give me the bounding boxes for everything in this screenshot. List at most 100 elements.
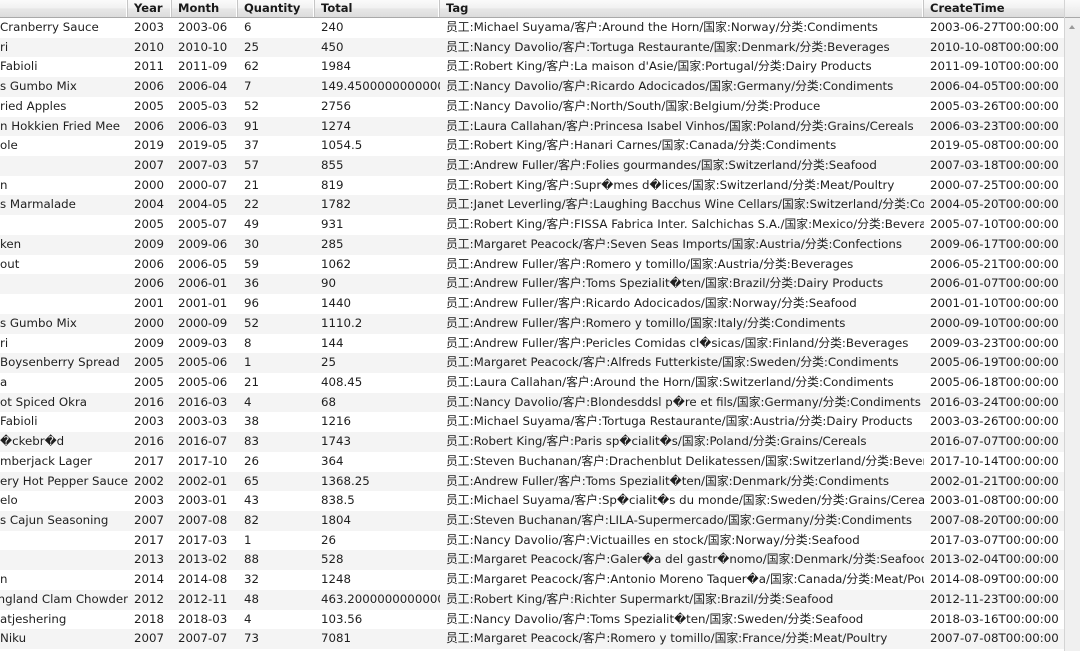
- table-row[interactable]: a 2005 2005-06 21 408.45 员工:Laura Callahan/客户…: [0, 372, 1064, 393]
- cell-total: 819: [321, 177, 344, 192]
- cell-product-name: elo: [0, 493, 18, 508]
- cell-createtime: 2005-06-18T00:00:00: [930, 374, 1059, 389]
- table-row[interactable]: n 2000 2000-07 21 819 员工:Robert King/客户:Supr�…: [0, 175, 1064, 196]
- table-row[interactable]: ri 2009 2009-03 8 144 员工:Andrew Fuller/客户:Per…: [0, 333, 1064, 354]
- cell-tag: 员工:Andrew Fuller/客户:Folies gourmandes/国家…: [446, 158, 877, 173]
- table-row[interactable]: Fabioli 2003 2003-03 38 1216 员工:Michael Suyam…: [0, 412, 1064, 433]
- cell-createtime: 2019-05-08T00:00:00: [930, 138, 1059, 153]
- cell-month: 2007-03: [178, 158, 228, 173]
- scrollbar-header-spacer: [1065, 0, 1080, 18]
- table-row[interactable]: Boysenberry Spread 2005 2005-06 1 25 员工:Marga…: [0, 353, 1064, 373]
- table-row[interactable]: 2007 2007-03 57 855 员工:Andrew Fuller/客户:Foli…: [0, 156, 1064, 176]
- cell-total: 855: [321, 158, 344, 173]
- cell-createtime: 2012-11-23T00:00:00: [930, 591, 1059, 606]
- table-row[interactable]: 2005 2005-07 49 931 员工:Robert King/客户:FISSA …: [0, 215, 1064, 235]
- table-row[interactable]: ri 2010 2010-10 25 450 员工:Nancy Davolio/客户:To…: [0, 37, 1064, 58]
- table-row[interactable]: atjeshering 2018 2018-03 4 103.56 员工:Nancy Da…: [0, 609, 1064, 630]
- cell-tag: 员工:Janet Leverling/客户:Laughing Bacchus W…: [446, 197, 924, 212]
- cell-month: 2003-06: [178, 20, 228, 34]
- column-header-total[interactable]: Total: [315, 0, 440, 17]
- cell-tag: 员工:Robert King/客户:FISSA Fabrica Inter. S…: [446, 217, 924, 232]
- table-row[interactable]: �ckebr�d 2016 2016-07 83 1743 员工:Robert King/…: [0, 432, 1064, 452]
- cell-tag: 员工:Michael Suyama/客户:Sp�cialit�s du mond…: [446, 493, 924, 508]
- cell-tag: 员工:Margaret Peacock/客户:Seven Seas Import…: [446, 236, 903, 251]
- cell-createtime: 2006-03-23T00:00:00: [930, 118, 1059, 133]
- cell-total: 1062: [321, 256, 352, 271]
- cell-total: 838.5: [321, 493, 355, 508]
- column-header-createtime[interactable]: CreateTime: [924, 0, 1064, 17]
- table-row[interactable]: Cranberry Sauce 2003 2003-06 6 240 员工:Michael…: [0, 18, 1064, 38]
- table-row[interactable]: ery Hot Pepper Sauce 2002 2002-01 65 1368.25…: [0, 471, 1064, 492]
- cell-total: 1248: [321, 572, 352, 587]
- cell-createtime: 2005-03-26T00:00:00: [930, 98, 1059, 113]
- vertical-scrollbar[interactable]: [1064, 0, 1080, 651]
- cell-product-name: Fabioli: [0, 414, 38, 429]
- cell-product-name: Niku: [0, 631, 27, 646]
- table-row[interactable]: England Clam Chowder 2012 2012-11 48 463.200…: [0, 589, 1064, 610]
- table-row[interactable]: s Cajun Seasoning 2007 2007-08 82 1804 员工:Ste…: [0, 510, 1064, 531]
- table-row[interactable]: ot Spiced Okra 2016 2016-03 4 68 员工:Nancy Dav…: [0, 392, 1064, 413]
- table-row[interactable]: ken 2009 2009-06 30 285 员工:Margaret Peacock/客…: [0, 234, 1064, 255]
- table-row[interactable]: 2013 2013-02 88 528 员工:Margaret Peacock/客户:G…: [0, 550, 1064, 571]
- table-row[interactable]: 2006 2006-01 36 90 员工:Andrew Fuller/客户:Toms …: [0, 274, 1064, 295]
- cell-product-name: n: [0, 572, 8, 587]
- scrollbar-track[interactable]: [1065, 35, 1080, 651]
- cell-month: 2016-03: [178, 394, 228, 409]
- table-row[interactable]: n Hokkien Fried Mee 2006 2006-03 91 1274 员工:L…: [0, 116, 1064, 137]
- table-row[interactable]: Niku 2007 2007-07 73 7081 员工:Margaret Peacock…: [0, 629, 1064, 649]
- table-row[interactable]: s Gumbo Mix 2000 2000-09 52 1110.2 员工:Andrew …: [0, 313, 1064, 334]
- cell-createtime: 2011-09-10T00:00:00: [930, 59, 1059, 74]
- cell-createtime: 2014-08-09T00:00:00: [930, 572, 1059, 587]
- table-row[interactable]: n 2014 2014-08 32 1248 员工:Margaret Peacock/客户…: [0, 570, 1064, 590]
- cell-product-name: ri: [0, 39, 9, 54]
- cell-year: 2010: [134, 39, 165, 54]
- cell-year: 2006: [134, 256, 165, 271]
- column-header-quantity[interactable]: Quantity: [238, 0, 315, 17]
- triangle-up-icon[interactable]: [1065, 18, 1080, 35]
- data-grid: Year Month Quantity Total Tag CreateTime…: [0, 0, 1080, 651]
- cell-quantity: 26: [244, 453, 260, 468]
- cell-year: 2011: [134, 59, 165, 74]
- table-row[interactable]: s Marmalade 2004 2004-05 22 1782 员工:Janet Lev…: [0, 195, 1064, 216]
- cell-total: 1368.25: [321, 473, 370, 488]
- cell-quantity: 1: [244, 355, 252, 370]
- cell-total: 528: [321, 552, 344, 567]
- cell-year: 2004: [134, 197, 165, 212]
- table-row[interactable]: ole 2019 2019-05 37 1054.5 员工:Robert King/客户:…: [0, 136, 1064, 157]
- cell-createtime: 2017-03-07T00:00:00: [930, 532, 1059, 547]
- cell-month: 2006-01: [178, 276, 228, 291]
- table-row[interactable]: ried Apples 2005 2005-03 52 2756 员工:Nancy Dav…: [0, 96, 1064, 117]
- cell-quantity: 21: [244, 177, 260, 192]
- table-row[interactable]: Fabioli 2011 2011-09 62 1984 员工:Robert King/客…: [0, 57, 1064, 78]
- cell-year: 2005: [134, 217, 165, 232]
- table-row[interactable]: elo 2003 2003-01 43 838.5 员工:Michael Suyama/客…: [0, 491, 1064, 511]
- cell-tag: 员工:Andrew Fuller/客户:Toms Spezialit�ten/国…: [446, 276, 884, 291]
- cell-month: 2005-06: [178, 374, 228, 389]
- cell-createtime: 2007-07-08T00:00:00: [930, 631, 1059, 646]
- cell-month: 2007-07: [178, 631, 228, 646]
- cell-quantity: 62: [244, 59, 260, 74]
- table-row[interactable]: s Gumbo Mix 2006 2006-04 7 149.4500000000000…: [0, 77, 1064, 97]
- column-header-year[interactable]: Year: [128, 0, 172, 17]
- cell-month: 2007-08: [178, 512, 228, 527]
- table-row[interactable]: out 2006 2006-05 59 1062 员工:Andrew Fuller/客户:…: [0, 254, 1064, 275]
- cell-tag: 员工:Michael Suyama/客户:Tortuga Restaurante…: [446, 414, 913, 429]
- column-header-month[interactable]: Month: [172, 0, 238, 17]
- cell-createtime: 2005-07-10T00:00:00: [930, 217, 1059, 232]
- table-row[interactable]: mberjack Lager 2017 2017-10 26 364 员工:Steven …: [0, 451, 1064, 472]
- cell-product-name: [0, 274, 128, 294]
- cell-product-name: out: [0, 256, 20, 271]
- cell-quantity: 91: [244, 118, 260, 133]
- cell-year: 2006: [134, 118, 165, 133]
- column-header-name[interactable]: [0, 0, 128, 17]
- cell-createtime: 2016-07-07T00:00:00: [930, 434, 1059, 449]
- cell-tag: 员工:Michael Suyama/客户:Around the Horn/国家:…: [446, 20, 878, 34]
- table-row[interactable]: 2017 2017-03 1 26 员工:Nancy Davolio/客户:Victua…: [0, 530, 1064, 551]
- cell-product-name: �ckebr�d: [0, 434, 65, 449]
- cell-tag: 员工:Robert King/客户:Paris sp�cialit�s/国家:P…: [446, 434, 867, 449]
- column-header-tag[interactable]: Tag: [440, 0, 924, 17]
- cell-tag: 员工:Margaret Peacock/客户:Antonio Moreno Ta…: [446, 572, 924, 587]
- table-row[interactable]: 2001 2001-01 96 1440 员工:Andrew Fuller/客户:Ric…: [0, 294, 1064, 314]
- cell-product-name: a: [0, 374, 8, 389]
- cell-month: 2016-07: [178, 434, 228, 449]
